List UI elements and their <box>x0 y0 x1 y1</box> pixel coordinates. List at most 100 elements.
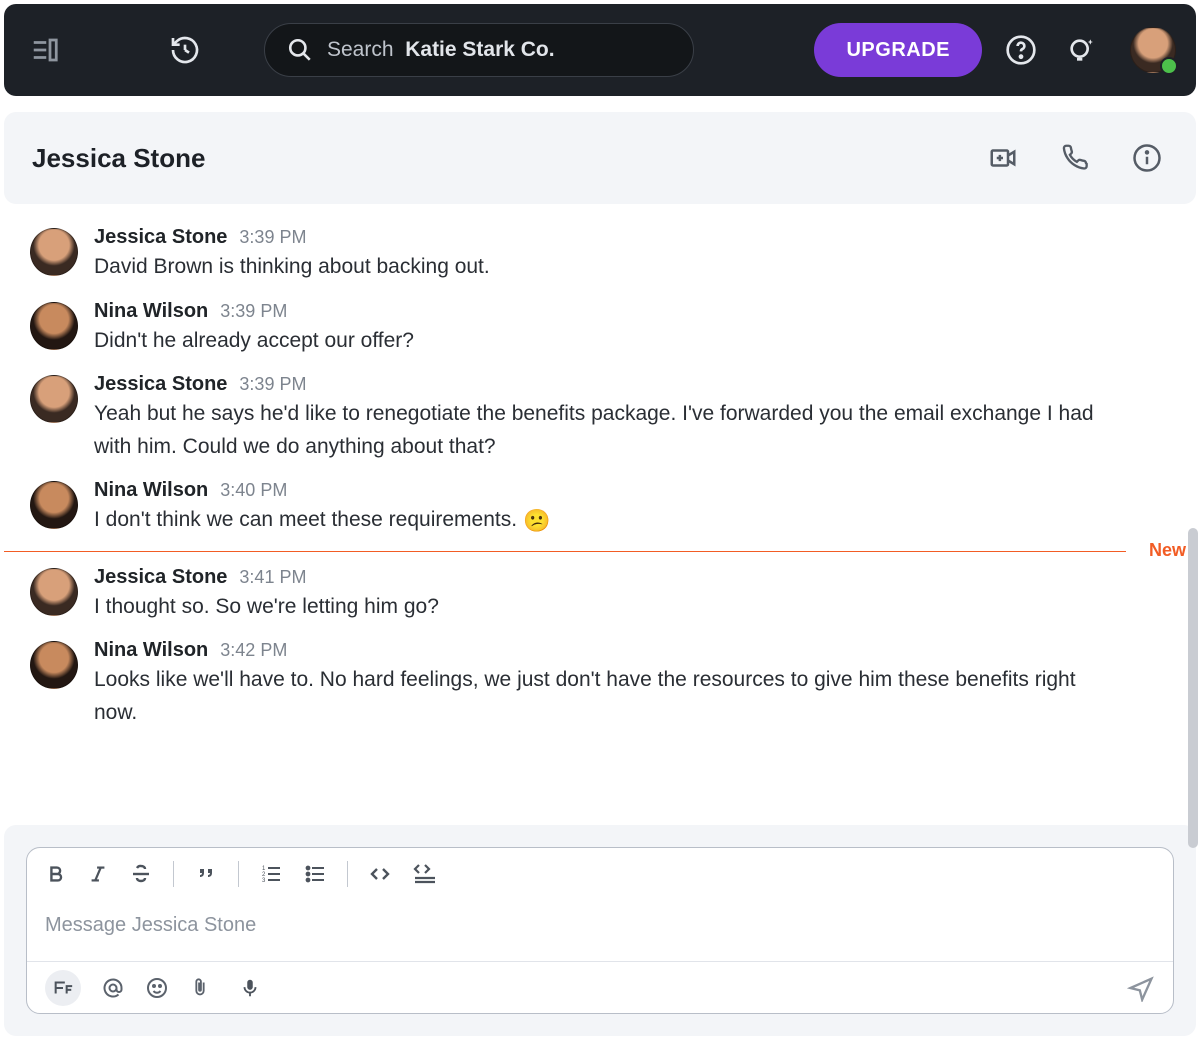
message-body: Jessica Stone3:41 PMI thought so. So we'… <box>94 566 1170 624</box>
message-author: Jessica Stone <box>94 226 227 249</box>
chat-title: Jessica Stone <box>32 143 205 174</box>
send-button[interactable] <box>1127 974 1155 1002</box>
start-video-button[interactable] <box>982 137 1024 179</box>
help-icon <box>1005 34 1037 66</box>
attachment-icon <box>189 976 211 1000</box>
message-text: I don't think we can meet these requirem… <box>94 504 1104 537</box>
message-body: Nina Wilson 3:42 PM Looks like we'll have … <box>94 639 1170 729</box>
history-button[interactable] <box>164 29 206 71</box>
message-avatar[interactable] <box>30 228 78 276</box>
new-label: New <box>1149 540 1186 561</box>
avatar-face <box>30 641 78 689</box>
code-block-button[interactable] <box>412 862 438 886</box>
message-author: Nina Wilson <box>94 479 208 502</box>
message-avatar[interactable] <box>30 375 78 423</box>
ordered-list-icon: 123 <box>259 862 283 886</box>
upgrade-label: UPGRADE <box>846 39 950 62</box>
start-call-button[interactable] <box>1054 137 1096 179</box>
history-icon <box>169 34 201 66</box>
search-icon <box>287 37 313 63</box>
unordered-list-icon <box>303 862 327 886</box>
message-author: Nina Wilson <box>94 300 208 323</box>
message-composer: 123 Message Jessica Stone <box>26 847 1174 1014</box>
sparkle-bulb-icon <box>1065 34 1097 66</box>
composer-actions <box>27 961 1173 1013</box>
formatting-toolbar: 123 <box>27 848 1173 900</box>
svg-text:3: 3 <box>262 878 266 884</box>
code-block-icon <box>412 862 438 886</box>
sidebar-toggle-icon <box>30 35 60 65</box>
message-input[interactable]: Message Jessica Stone <box>27 900 1173 961</box>
strike-icon <box>129 862 153 886</box>
message-time: 3:42 PM <box>220 640 287 661</box>
message-text: I thought so. So we're letting him go? <box>94 591 1104 624</box>
chat-info-button[interactable] <box>1126 137 1168 179</box>
avatar-face <box>1130 27 1176 73</box>
avatar-face <box>30 481 78 529</box>
message-row: Jessica Stone3:39 PMYeah but he says he'… <box>4 365 1196 471</box>
message-author: Jessica Stone <box>94 373 227 396</box>
message-body: Jessica Stone 3:39 PM David Brown is think… <box>94 226 1170 284</box>
code-icon <box>368 862 392 886</box>
message-time: 3:40 PM <box>220 480 287 501</box>
emoji-picker-button[interactable] <box>145 976 169 1000</box>
message-avatar[interactable] <box>30 302 78 350</box>
confused-face-emoji: 😕 <box>517 508 551 533</box>
chat-header: Jessica Stone <box>4 112 1196 204</box>
message-input-placeholder: Message Jessica Stone <box>45 914 256 936</box>
message-author: Nina Wilson <box>94 639 208 662</box>
inline-code-button[interactable] <box>368 862 392 886</box>
message-time: 3:39 PM <box>239 227 306 248</box>
new-messages-divider: New <box>4 551 1126 552</box>
sidebar-toggle-button[interactable] <box>24 29 66 71</box>
message-list: Jessica Stone 3:39 PM David Brown is think… <box>0 208 1200 821</box>
toolbar-divider <box>238 861 239 887</box>
video-add-icon <box>988 143 1018 173</box>
info-icon <box>1132 143 1162 173</box>
text-format-toggle[interactable] <box>45 970 81 1006</box>
current-user-avatar[interactable] <box>1130 27 1176 73</box>
avatar-face <box>30 375 78 423</box>
help-button[interactable] <box>1000 29 1042 71</box>
message-time: 3:41 PM <box>239 567 306 588</box>
composer-area: 123 Message Jessica Stone <box>4 825 1196 1036</box>
message-body: Jessica Stone3:39 PMYeah but he says he'… <box>94 373 1170 463</box>
whats-new-button[interactable] <box>1060 29 1102 71</box>
message-text: Looks like we'll have to. No hard feelin… <box>94 664 1104 729</box>
bold-button[interactable] <box>45 863 67 885</box>
global-search[interactable]: Search Katie Stark Co. <box>264 23 694 77</box>
upgrade-button[interactable]: UPGRADE <box>814 23 982 77</box>
text-format-icon <box>52 977 74 999</box>
message-body: Nina Wilson 3:40 PM I don't think we can m… <box>94 479 1170 537</box>
mic-button[interactable] <box>239 976 261 1000</box>
message-avatar[interactable] <box>30 568 78 616</box>
avatar-face <box>30 302 78 350</box>
message-avatar[interactable] <box>30 481 78 529</box>
quote-button[interactable] <box>194 862 218 886</box>
message-row: Jessica Stone3:41 PMI thought so. So we'… <box>4 558 1196 632</box>
avatar-face <box>30 228 78 276</box>
message-row: Jessica Stone 3:39 PM David Brown is think… <box>4 218 1196 292</box>
avatar-face <box>30 568 78 616</box>
phone-icon <box>1061 144 1089 172</box>
message-text: Didn't he already accept our offer? <box>94 325 1104 358</box>
emoji-icon <box>145 976 169 1000</box>
italic-button[interactable] <box>87 863 109 885</box>
mention-button[interactable] <box>101 976 125 1000</box>
bold-icon <box>45 863 67 885</box>
message-row: Nina Wilson 3:42 PM Looks like we'll have … <box>4 631 1196 737</box>
message-text: David Brown is thinking about backing ou… <box>94 251 1104 284</box>
strike-button[interactable] <box>129 862 153 886</box>
message-time: 3:39 PM <box>220 301 287 322</box>
attachment-button[interactable] <box>189 976 211 1000</box>
message-avatar[interactable] <box>30 641 78 689</box>
search-placeholder-text: Search Katie Stark Co. <box>327 38 555 62</box>
message-row: Nina Wilson 3:40 PM I don't think we can m… <box>4 471 1196 545</box>
scrollbar-thumb[interactable] <box>1188 528 1198 848</box>
quote-icon <box>194 862 218 886</box>
message-body: Nina Wilson 3:39 PM Didn't he already acce… <box>94 300 1170 358</box>
unordered-list-button[interactable] <box>303 862 327 886</box>
ordered-list-button[interactable]: 123 <box>259 862 283 886</box>
mic-icon <box>239 976 261 1000</box>
message-time: 3:39 PM <box>239 374 306 395</box>
